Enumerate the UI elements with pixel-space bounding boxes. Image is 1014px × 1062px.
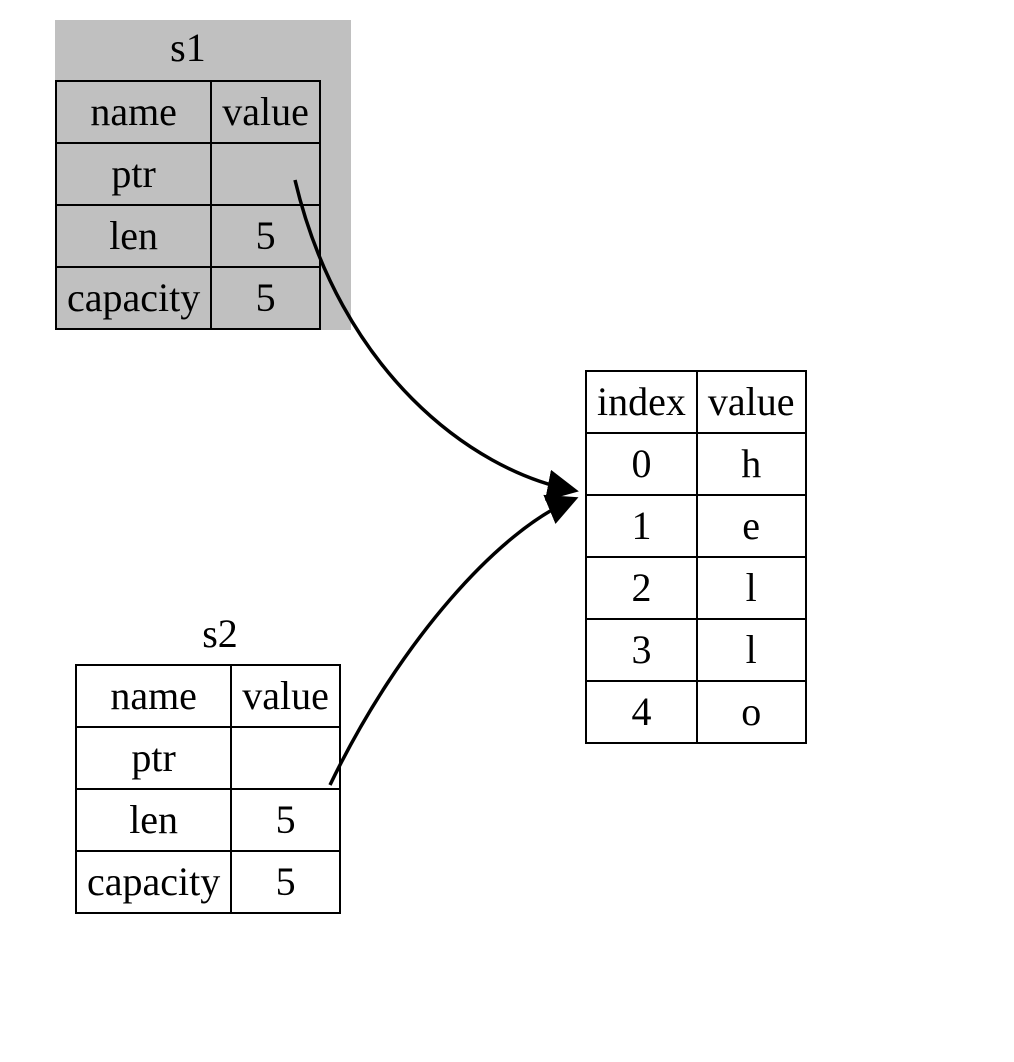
heap-row1-index: 1 (586, 495, 697, 557)
s2-row0-value (231, 727, 340, 789)
heap-row1-value: e (697, 495, 806, 557)
s1-header-name: name (56, 81, 211, 143)
s2-row1-name: len (76, 789, 231, 851)
s2-block: s2 name value ptr len 5 capacity 5 (75, 610, 365, 914)
s2-header-name: name (76, 665, 231, 727)
s1-row0-name: ptr (56, 143, 211, 205)
table-row: index value (586, 371, 806, 433)
s1-block: s1 name value ptr len 5 capacity 5 (55, 20, 351, 330)
heap-header-index: index (586, 371, 697, 433)
heap-table: index value 0 h 1 e 2 l 3 l 4 o (585, 370, 807, 744)
s1-table: name value ptr len 5 capacity 5 (55, 80, 321, 330)
heap-row4-value: o (697, 681, 806, 743)
s2-row0-name: ptr (76, 727, 231, 789)
s1-row0-value (211, 143, 320, 205)
s1-row2-name: capacity (56, 267, 211, 329)
heap-header-value: value (697, 371, 806, 433)
s1-row1-name: len (56, 205, 211, 267)
heap-row3-index: 3 (586, 619, 697, 681)
s1-row1-value: 5 (211, 205, 320, 267)
s2-row1-value: 5 (231, 789, 340, 851)
table-row: name value (56, 81, 320, 143)
heap-row3-value: l (697, 619, 806, 681)
table-row: ptr (76, 727, 340, 789)
s2-header-value: value (231, 665, 340, 727)
heap-row2-index: 2 (586, 557, 697, 619)
table-row: ptr (56, 143, 320, 205)
heap-row0-value: h (697, 433, 806, 495)
s1-header-value: value (211, 81, 320, 143)
s2-title: s2 (75, 610, 365, 658)
s2-table: name value ptr len 5 capacity 5 (75, 664, 341, 914)
table-row: capacity 5 (56, 267, 320, 329)
table-row: name value (76, 665, 340, 727)
s2-row2-value: 5 (231, 851, 340, 913)
table-row: 0 h (586, 433, 806, 495)
s1-title: s1 (55, 20, 321, 74)
s1-row2-value: 5 (211, 267, 320, 329)
diagram-canvas: s1 name value ptr len 5 capacity 5 (0, 0, 1014, 1062)
arrow-s2-ptr (330, 500, 572, 785)
table-row: 3 l (586, 619, 806, 681)
table-row: len 5 (76, 789, 340, 851)
heap-block: index value 0 h 1 e 2 l 3 l 4 o (585, 370, 807, 744)
table-row: 2 l (586, 557, 806, 619)
heap-row2-value: l (697, 557, 806, 619)
table-row: len 5 (56, 205, 320, 267)
s2-row2-name: capacity (76, 851, 231, 913)
table-row: 4 o (586, 681, 806, 743)
heap-row4-index: 4 (586, 681, 697, 743)
heap-row0-index: 0 (586, 433, 697, 495)
table-row: capacity 5 (76, 851, 340, 913)
table-row: 1 e (586, 495, 806, 557)
